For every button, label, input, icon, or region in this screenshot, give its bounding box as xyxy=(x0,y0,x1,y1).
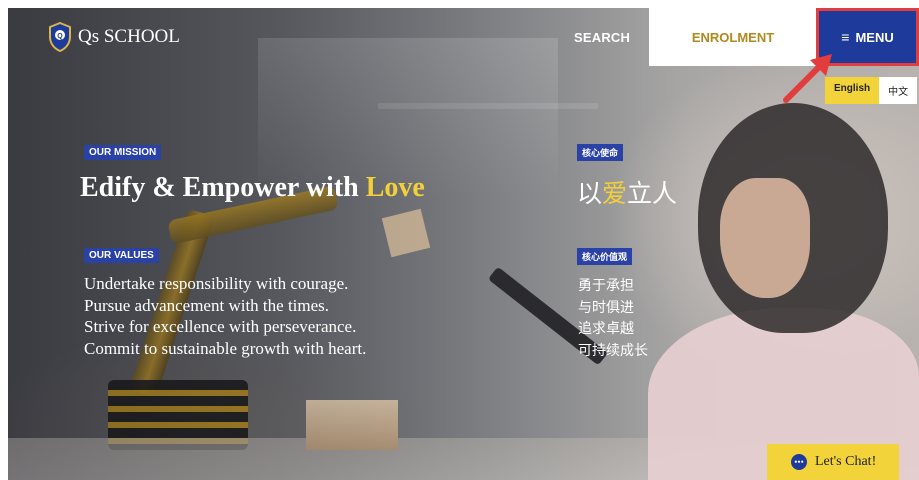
school-logo[interactable]: Q Qs SCHOOL xyxy=(48,22,180,52)
value-line: Commit to sustainable growth with heart. xyxy=(84,338,367,358)
chat-button[interactable]: ••• Let's Chat! xyxy=(767,444,899,480)
language-english-button[interactable]: English xyxy=(825,77,880,104)
value-line-zh: 可持续成长 xyxy=(578,342,648,359)
value-line: Strive for excellence with perseverance. xyxy=(84,317,357,336)
values-tag: OUR VALUES xyxy=(84,248,159,263)
value-line-zh: 追求卓越 xyxy=(578,321,634,337)
mission-title-zh: 以爱立人 xyxy=(577,174,677,210)
value-line-zh: 与时俱进 xyxy=(578,299,634,316)
value-line: Pursue advancement with the times. xyxy=(84,295,330,315)
mission-title-text: Edify & Empower with xyxy=(80,172,366,203)
language-chinese-button[interactable]: 中文 xyxy=(879,77,918,104)
menu-label: MENU xyxy=(855,29,894,45)
values-tag-zh: 核心价值观 xyxy=(577,248,633,265)
mission-title-zh-highlight: 爱 xyxy=(602,179,628,208)
mission-title-highlight: Love xyxy=(365,172,425,203)
svg-text:Q: Q xyxy=(57,33,63,40)
school-name: Qs SCHOOL xyxy=(78,26,180,47)
school-crest-icon: Q xyxy=(48,22,72,52)
search-link[interactable]: SEARCH xyxy=(574,30,630,45)
mission-title-zh-part1: 以 xyxy=(577,179,603,208)
language-switcher: English 中文 xyxy=(825,77,918,104)
chat-bubble-icon: ••• xyxy=(791,454,807,470)
value-line: Undertake responsibility with courage. xyxy=(84,274,349,293)
hamburger-icon: ≡ xyxy=(841,29,850,45)
page-frame: Q Qs SCHOOL SEARCH ENROLMENT ≡ MENU Engl… xyxy=(8,8,919,480)
mission-title: Edify & Empower with Love xyxy=(80,172,425,204)
chat-label: Let's Chat! xyxy=(815,454,877,469)
values-list: Undertake responsibility with courage. P… xyxy=(84,273,366,359)
values-list-zh: 勇于承担 与时俱进 追求卓越 可持续成长 xyxy=(578,276,648,362)
mission-tag: OUR MISSION xyxy=(84,145,162,160)
value-line-zh: 勇于承担 xyxy=(578,278,634,294)
mission-tag-zh: 核心使命 xyxy=(577,144,624,161)
mission-title-zh-part2: 立人 xyxy=(627,179,678,208)
